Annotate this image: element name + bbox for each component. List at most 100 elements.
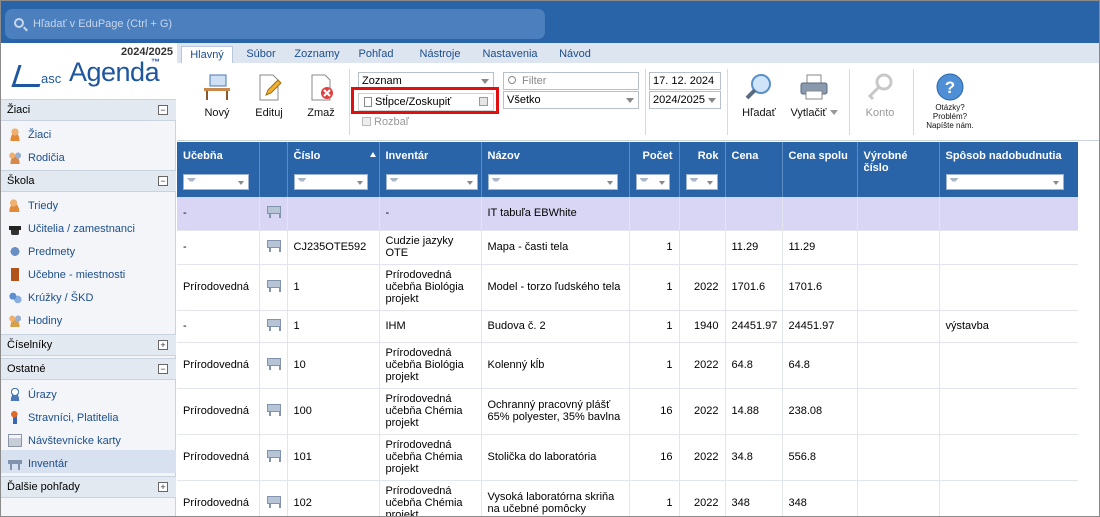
- column-header-col-cislo[interactable]: Číslo: [287, 142, 380, 197]
- column-header-col-cena-spolu[interactable]: Cena spolu: [782, 142, 858, 197]
- table-row[interactable]: Prírodovedná 100 Prírodovedná učebňa Chémi…: [177, 388, 1078, 435]
- search-input[interactable]: [33, 16, 533, 32]
- table-row[interactable]: Prírodovedná 1 Prírodovedná učebňa Biológi…: [177, 264, 1078, 311]
- sidebar-item-inventar[interactable]: Inventár: [1, 450, 176, 473]
- view-select[interactable]: Zoznam: [358, 72, 494, 90]
- sidebar-item-ucitelia[interactable]: Učitelia / zamestnanci: [1, 215, 176, 238]
- chevron-down-icon[interactable]: [829, 110, 838, 115]
- print-button[interactable]: Vytlačiť: [789, 73, 839, 119]
- cell-cena: 348: [725, 480, 783, 516]
- collapse-icon[interactable]: −: [158, 176, 168, 186]
- tab-subor[interactable]: Súbor: [239, 46, 283, 63]
- collapse-icon[interactable]: −: [158, 105, 168, 115]
- top-bar: [1, 1, 1099, 43]
- filter-input[interactable]: Filter: [503, 72, 639, 90]
- table-row[interactable]: - - IT tabuľa EBWhite: [177, 197, 1078, 231]
- sidebar-section-ziaci[interactable]: Žiaci −: [1, 99, 176, 121]
- date-field[interactable]: 17. 12. 2024: [649, 72, 721, 90]
- sidebar-section-dalsie-pohlady[interactable]: Ďalšie pohľady +: [1, 476, 176, 498]
- save-icon[interactable]: [479, 97, 488, 106]
- new-button[interactable]: Nový: [199, 73, 235, 119]
- student-icon: [8, 128, 22, 141]
- cell-cena-spolu: 238.08: [782, 388, 858, 435]
- column-header-col-inventar[interactable]: Inventár: [379, 142, 482, 197]
- sidebar-item-ucebne[interactable]: Učebne - miestnosti: [1, 261, 176, 284]
- cell-sposob-nadobudnutia: výstavba: [939, 310, 1078, 343]
- collapse-icon[interactable]: −: [158, 364, 168, 374]
- sidebar-section-ciselniky[interactable]: Číselníky +: [1, 334, 176, 356]
- column-filter-input[interactable]: [487, 174, 618, 190]
- table-header-row: Učebňa Číslo Inventár Názov Počet Rok Cena Cena…: [177, 142, 1078, 197]
- sidebar-item-navstevnicke-karty[interactable]: Návštevnícke karty: [1, 427, 176, 450]
- expand-button[interactable]: Rozbaľ: [362, 116, 409, 128]
- column-header-col-cena[interactable]: Cena: [725, 142, 783, 197]
- edit-button[interactable]: Edituj: [253, 73, 285, 119]
- sidebar-section-label: Číselníky: [7, 339, 53, 351]
- tab-zoznamy[interactable]: Zoznamy: [289, 46, 345, 63]
- tab-pohlad[interactable]: Pohľad: [353, 46, 399, 63]
- sidebar-item-ziaci[interactable]: Žiaci: [1, 121, 176, 144]
- expand-icon[interactable]: +: [158, 482, 168, 492]
- column-header-col-ucebna[interactable]: Učebňa: [177, 142, 260, 197]
- door-icon: [8, 268, 22, 281]
- column-header-label: Učebňa: [183, 150, 223, 162]
- inventory-item-icon: [266, 239, 281, 252]
- columns-group-button[interactable]: Stĺpce/Zoskupiť: [358, 93, 494, 111]
- table-row[interactable]: Prírodovedná 102 Prírodovedná učebňa Chémi…: [177, 480, 1078, 516]
- cell-sposob-nadobudnutia: [939, 230, 1078, 265]
- sidebar-item-urazy[interactable]: Úrazy: [1, 381, 176, 404]
- column-header-col-pocet[interactable]: Počet: [629, 142, 680, 197]
- sidebar-item-label: Žiaci: [28, 128, 52, 141]
- app-logo[interactable]: 2024/2025 asc Agenda ™: [1, 43, 176, 99]
- school-year-select[interactable]: 2024/2025: [649, 91, 721, 109]
- column-header-col-vyrobne-cislo[interactable]: Výrobné číslo: [857, 142, 940, 197]
- column-filter-input[interactable]: [183, 174, 249, 190]
- sort-asc-icon[interactable]: [369, 152, 376, 157]
- column-filter-input[interactable]: [635, 174, 670, 190]
- cell-rok: [679, 197, 726, 231]
- help-button[interactable]: ? Otázky? Problém? Napíšte nám.: [923, 73, 977, 130]
- cell-inventar: -: [379, 197, 482, 231]
- column-header-label: Názov: [487, 150, 520, 162]
- cell-ucebna: Prírodovedná: [177, 434, 260, 481]
- column-header-col-sposob-nadobudnutia[interactable]: Spôsob nadobudnutia: [939, 142, 1078, 197]
- filter-select[interactable]: Všetko: [503, 91, 639, 109]
- tab-navod[interactable]: Návod: [555, 46, 595, 63]
- expand-icon[interactable]: +: [158, 340, 168, 350]
- column-filter-input[interactable]: [293, 174, 368, 190]
- account-button[interactable]: Konto: [861, 73, 899, 119]
- logo-asc: asc: [41, 71, 62, 86]
- column-header-col-photo[interactable]: [259, 142, 288, 197]
- column-filter-input[interactable]: [385, 174, 478, 190]
- table-row[interactable]: Prírodovedná 10 Prírodovedná učebňa Biológ…: [177, 342, 1078, 389]
- cell-cena: 64.8: [725, 342, 783, 389]
- inventory-table: Učebňa Číslo Inventár Názov Počet Rok Cena Cena…: [177, 142, 1078, 516]
- search-box[interactable]: [5, 9, 545, 39]
- cell-cislo: 100: [287, 388, 380, 435]
- column-filter-input[interactable]: [685, 174, 718, 190]
- expand-checkbox[interactable]: [362, 117, 371, 126]
- column-header-col-rok[interactable]: Rok: [679, 142, 726, 197]
- cell-cislo: 101: [287, 434, 380, 481]
- cell-rok: 2022: [679, 342, 726, 389]
- sidebar-item-rodicia[interactable]: Rodičia: [1, 144, 176, 167]
- sidebar-section-ostatne[interactable]: Ostatné −: [1, 358, 176, 380]
- sidebar-item-hodiny[interactable]: Hodiny: [1, 307, 176, 330]
- sidebar-section-skola[interactable]: Škola −: [1, 170, 176, 192]
- table-row[interactable]: -1 IHM Budova č. 2 1 1940 24451.97 24451.97 výs…: [177, 310, 1078, 343]
- delete-button[interactable]: Zmaž: [305, 73, 337, 119]
- find-button[interactable]: Hľadať: [739, 73, 779, 119]
- sidebar-item-kruzky[interactable]: Krúžky / ŠKD: [1, 284, 176, 307]
- sidebar-item-triedy[interactable]: Triedy: [1, 192, 176, 215]
- sidebar-item-predmety[interactable]: Predmety: [1, 238, 176, 261]
- tab-nastavenia[interactable]: Nastavenia: [479, 46, 541, 63]
- delete-label: Zmaž: [307, 107, 335, 119]
- table-row[interactable]: - CJ235OTE592 Cudzie jazyky OTE Mapa - čast…: [177, 230, 1078, 265]
- sidebar-item-stravnici[interactable]: Stravníci, Platitelia: [1, 404, 176, 427]
- table-row[interactable]: Prírodovedná 101 Prírodovedná učebňa Chémi…: [177, 434, 1078, 481]
- column-filter-input[interactable]: [945, 174, 1064, 190]
- tab-nastroje[interactable]: Nástroje: [413, 46, 467, 63]
- tab-hlavny[interactable]: Hlavný: [181, 46, 233, 63]
- cell-vyrobne-cislo: [857, 434, 940, 481]
- column-header-col-nazov[interactable]: Názov: [481, 142, 630, 197]
